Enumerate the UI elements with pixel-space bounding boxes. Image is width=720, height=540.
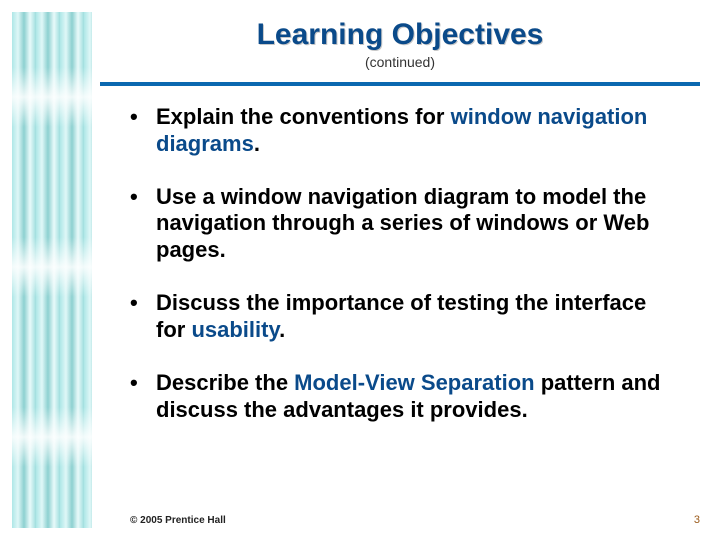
bullet-text-post: . (279, 317, 285, 342)
list-item: Discuss the importance of testing the in… (130, 290, 680, 344)
bullet-term: Model-View Separation (294, 370, 534, 395)
copyright-footer: © 2005 Prentice Hall (130, 515, 226, 526)
bullet-text-pre: Describe the (156, 370, 294, 395)
decorative-sidebar (12, 12, 92, 528)
slide-subtitle: (continued) (100, 54, 700, 70)
slide-title: Learning Objectives (100, 18, 700, 52)
bullet-list: Explain the conventions for window navig… (130, 104, 680, 423)
list-item: Use a window navigation diagram to model… (130, 184, 680, 264)
list-item: Explain the conventions for window navig… (130, 104, 680, 158)
title-underline (100, 82, 700, 86)
bullet-text-pre: Use a window navigation diagram to model… (156, 184, 649, 263)
slide-body: Explain the conventions for window navig… (130, 104, 680, 449)
bullet-text-post: . (254, 131, 260, 156)
bullet-text-pre: Explain the conventions for (156, 104, 451, 129)
list-item: Describe the Model-View Separation patte… (130, 370, 680, 424)
bullet-term: usability (191, 317, 279, 342)
page-number: 3 (694, 514, 700, 526)
slide-header: Learning Objectives (continued) (100, 18, 700, 70)
